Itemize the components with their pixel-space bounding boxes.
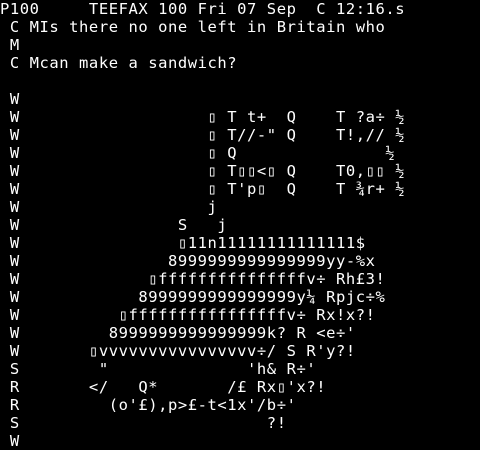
teletext-row-5: W [0,90,20,108]
teletext-row-14: W 8999999999999999yy-%x [0,252,376,270]
teletext-row-22: R (o'£),p>£-t<1x'/b÷' [0,396,297,414]
teletext-row-15: W ▯fffffffffffffffv÷ Rh£3! [0,270,386,288]
teletext-row-11: W j [0,198,218,216]
teletext-row-8: W ▯ Q ½ [0,144,396,162]
teletext-row-1: C MIs there no one left in Britain who [0,18,386,36]
header-row: P100 TEEFAX 100 Fri 07 Sep C 12:16.s [0,0,406,18]
teletext-row-21: R </ Q* /£ Rx▯'x?! [0,378,327,396]
teletext-row-20: S " 'h& R÷' [0,360,317,378]
teletext-row-19: W ▯vvvvvvvvvvvvvvvv÷/ S R'y?! [0,342,356,360]
teletext-row-4 [0,72,480,90]
teletext-row-6: W ▯ T t+ Q T ?a÷ ½ [0,108,406,126]
teletext-row-3: C Mcan make a sandwich? [0,54,238,72]
teletext-row-9: W ▯ T▯▯<▯ Q T0,▯▯ ½ [0,162,406,180]
teletext-row-10: W ▯ T'p▯ Q T ¾r+ ½ [0,180,406,198]
teletext-row-12: W S j [0,216,228,234]
teletext-row-23: S ?! [0,414,287,432]
teletext-row-7: W ▯ T//-" Q T!,// ½ [0,126,406,144]
teletext-row-2: M [0,36,20,54]
teletext-row-13: W ▯11n11111111111111$ [0,234,366,252]
teletext-row-18: W 8999999999999999k? R <e÷' [0,324,356,342]
teletext-row-24: W [0,432,20,450]
teletext-screen: P100 TEEFAX 100 Fri 07 Sep C 12:16.s C M… [0,0,480,450]
teletext-row-16: W 8999999999999999y¼ Rpjc÷% [0,288,386,306]
teletext-row-17: W ▯ffffffffffffffffv÷ Rx!x?! [0,306,376,324]
